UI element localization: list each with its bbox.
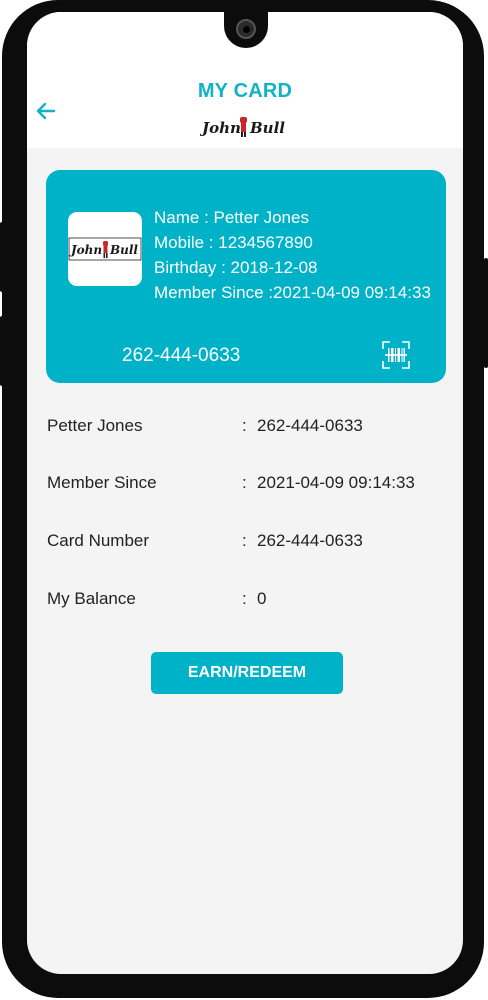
svg-text:Bull: Bull [249, 119, 285, 137]
detail-separator: : [242, 589, 247, 608]
card-logo: John Bull [68, 212, 142, 286]
card-number: 262-444-0633 [122, 345, 241, 366]
detail-row-card-number: Card Number : 262-444-0633 [47, 531, 447, 555]
page-title: MY CARD [197, 80, 293, 102]
phone-side-button [0, 222, 4, 292]
detail-row-member-since: Member Since : 2021-04-09 09:14:33 [47, 473, 447, 497]
card-mobile: Mobile : 1234567890 [154, 233, 313, 252]
detail-label: Card Number [47, 531, 150, 550]
camera-icon [236, 19, 256, 39]
john-bull-logo: John Bull [199, 113, 290, 139]
card-member-info: Name : Petter Jones Mobile : 1234567890 … [154, 205, 439, 303]
detail-value: 2021-04-09 09:14:33 [257, 473, 415, 492]
detail-row-balance: My Balance : 0 [47, 589, 447, 613]
detail-separator: : [242, 416, 247, 435]
detail-value: 0 [257, 589, 267, 608]
detail-separator: : [242, 531, 247, 550]
arrow-left-icon[interactable] [35, 100, 57, 122]
barcode-scan-icon[interactable] [382, 341, 410, 369]
detail-row-name: Petter Jones : 262-444-0633 [47, 416, 447, 440]
svg-text:John: John [200, 119, 241, 137]
detail-label: Member Since [47, 473, 157, 492]
app-screen: MY CARD John Bull John Bull Name: Pette… [27, 12, 463, 974]
svg-text:John: John [69, 243, 102, 257]
membership-card: John Bull Name : Petter Jones Mobile : 1… [46, 170, 446, 383]
detail-value: 262-444-0633 [257, 531, 363, 550]
svg-text:Bull: Bull [109, 243, 138, 257]
card-birthday: Birthday : 2018-12-08 [154, 258, 318, 277]
phone-side-button [0, 316, 4, 386]
phone-side-button [484, 258, 488, 368]
detail-separator: : [242, 473, 247, 492]
detail-label: Petter Jones [47, 416, 143, 435]
earn-redeem-button[interactable]: EARN/REDEEM [151, 652, 343, 694]
detail-label: My Balance [47, 589, 136, 608]
card-member-since: Member Since :2021-04-09 09:14:33 [154, 283, 431, 302]
detail-value: 262-444-0633 [257, 416, 363, 435]
card-name: Name : Petter Jones [154, 208, 309, 227]
